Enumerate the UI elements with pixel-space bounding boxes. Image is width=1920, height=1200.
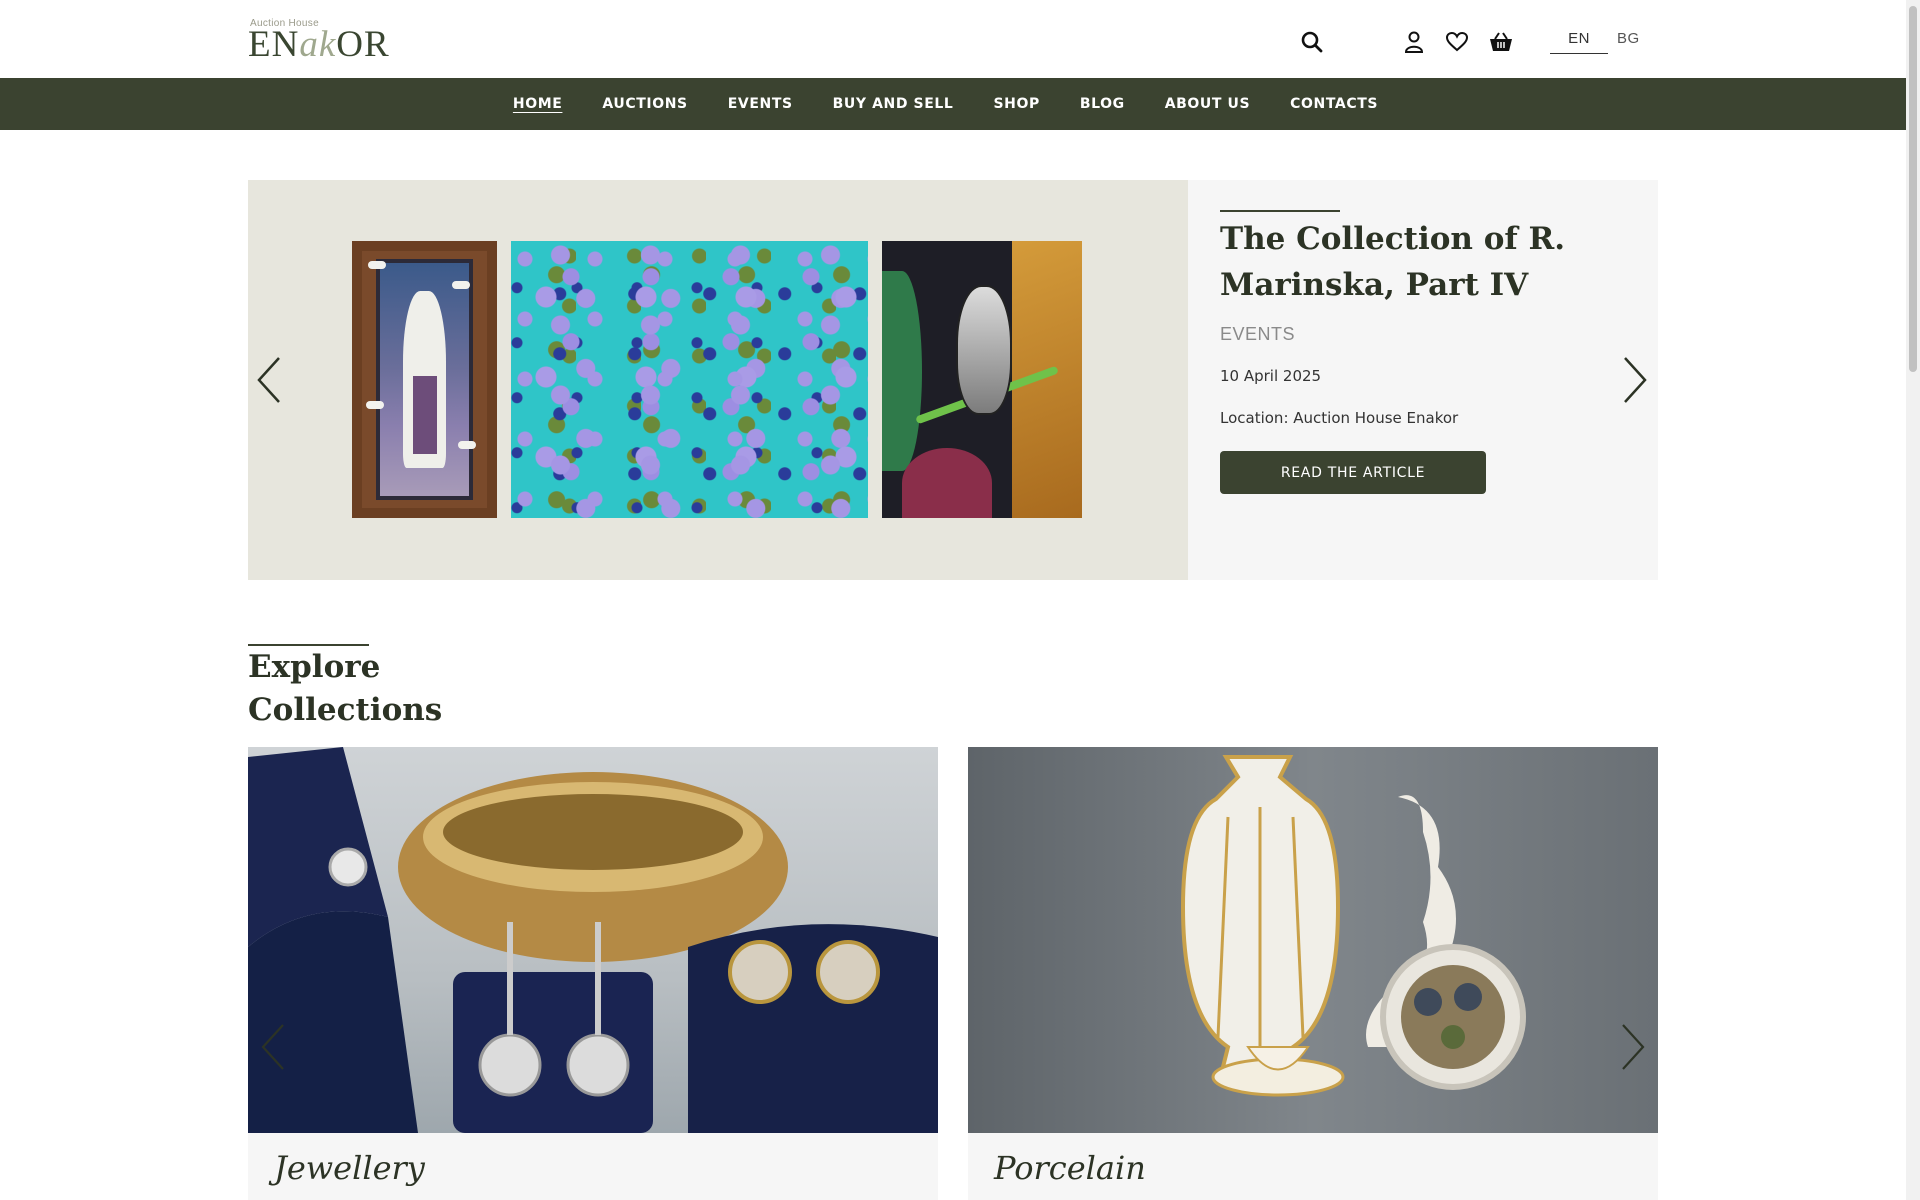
user-icon[interactable] — [1401, 28, 1427, 56]
search-icon[interactable] — [1298, 28, 1326, 56]
site-logo[interactable]: Auction House ENakOR — [248, 18, 408, 65]
collection-card-porcelain[interactable]: Porcelain — [968, 747, 1658, 1200]
hero-location: Location: Auction House Enakor — [1220, 409, 1459, 427]
hero-title-rule — [1220, 210, 1340, 212]
heart-icon[interactable] — [1443, 28, 1471, 56]
language-en[interactable]: EN — [1550, 30, 1608, 54]
hero-next-arrow-icon[interactable] — [1622, 356, 1648, 408]
collection-name-jewellery[interactable]: Jewellery — [274, 1149, 425, 1187]
nav-home[interactable]: HOME — [513, 96, 563, 112]
hero-date: 10 April 2025 — [1220, 367, 1322, 385]
hero-slider: The Collection of R. Marinska, Part IV E… — [248, 180, 1658, 580]
nav-blog[interactable]: BLOG — [1080, 96, 1125, 112]
hero-title[interactable]: The Collection of R. Marinska, Part IV — [1220, 216, 1580, 308]
nav-buy-and-sell[interactable]: BUY AND SELL — [833, 96, 954, 112]
hero-image-panel — [248, 180, 1188, 580]
collections-next-arrow-icon[interactable] — [1620, 1023, 1646, 1075]
basket-icon[interactable] — [1487, 28, 1515, 56]
nav-events[interactable]: EVENTS — [728, 96, 793, 112]
logo-wordmark: ENakOR — [248, 24, 390, 65]
nav-contacts[interactable]: CONTACTS — [1290, 96, 1378, 112]
hero-category[interactable]: EVENTS — [1220, 324, 1580, 345]
site-header: Auction House ENakOR EN BG — [0, 0, 1906, 78]
artwork-owl-painting[interactable] — [882, 241, 1082, 518]
collections-prev-arrow-icon[interactable] — [260, 1023, 286, 1075]
scrollbar-thumb[interactable] — [1909, 6, 1917, 372]
page-scrollbar[interactable] — [1906, 0, 1920, 1200]
hero-prev-arrow-icon[interactable] — [256, 356, 282, 408]
language-bg[interactable]: BG — [1617, 30, 1640, 47]
artwork-flower-field-painting[interactable] — [511, 241, 868, 518]
nav-shop[interactable]: SHOP — [993, 96, 1039, 112]
artwork-goose-painting[interactable] — [352, 241, 497, 518]
hero-article: The Collection of R. Marinska, Part IV E… — [1220, 210, 1580, 494]
nav-auctions[interactable]: AUCTIONS — [602, 96, 687, 112]
collection-card-jewellery[interactable]: Jewellery — [248, 747, 938, 1200]
jewellery-image — [248, 747, 938, 1133]
main-nav: HOME AUCTIONS EVENTS BUY AND SELL SHOP B… — [0, 78, 1906, 130]
read-article-button[interactable]: READ THE ARTICLE — [1220, 451, 1486, 494]
nav-about-us[interactable]: ABOUT US — [1165, 96, 1250, 112]
explore-collections-title: Explore Collections — [248, 649, 443, 728]
porcelain-image — [968, 747, 1658, 1133]
collection-name-porcelain[interactable]: Porcelain — [994, 1149, 1146, 1187]
